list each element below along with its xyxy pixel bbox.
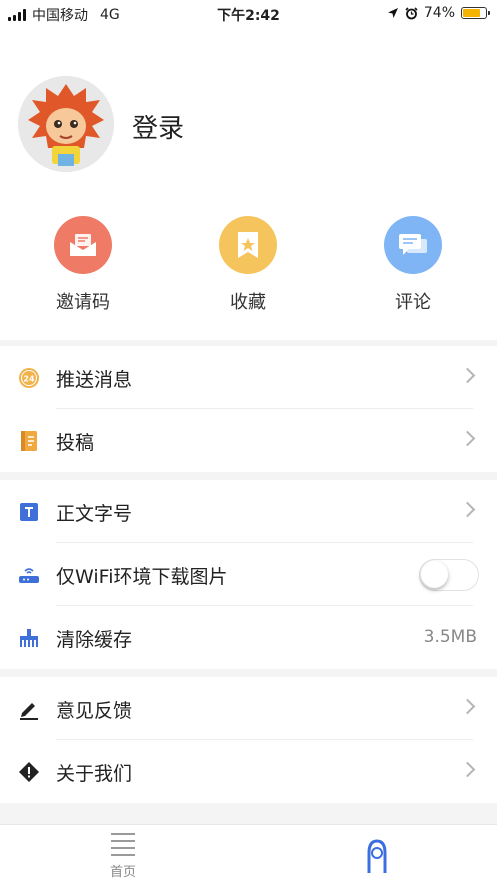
menu-item-label: 清除缓存 [56,629,133,651]
shortcut-favorites[interactable]: 收藏 [188,216,308,314]
menu-item-submit[interactable]: 投稿 [0,409,497,472]
shortcut-label: 邀请码 [56,292,110,313]
shortcut-label: 收藏 [230,292,266,313]
chevron-right-icon [459,367,476,384]
menu-item-label: 推送消息 [56,369,133,391]
chevron-right-icon [459,501,476,518]
chevron-right-icon [459,698,476,715]
menu-item-font-size[interactable]: 正文字号 [0,480,497,543]
broom-icon [18,627,40,649]
24-hour-icon: 24 [18,367,40,389]
shortcut-label: 评论 [395,292,431,313]
menu-item-push-messages[interactable]: 24 推送消息 [0,346,497,409]
info-diamond-icon [18,761,40,783]
menu-item-wifi-only-images: 仅WiFi环境下载图片 [0,543,497,606]
wifi-only-toggle[interactable] [419,559,479,591]
battery-percent: 74% [423,5,455,21]
alarm-icon [405,6,418,19]
router-icon [18,564,40,586]
svg-text:24: 24 [23,375,35,384]
menu-item-label: 关于我们 [56,763,133,785]
chevron-right-icon [459,761,476,778]
shortcut-invite-code[interactable]: 邀请码 [23,216,143,314]
login-link[interactable]: 登录 [132,108,184,145]
chevron-right-icon [459,430,476,447]
person-icon [367,839,387,873]
comment-bubbles-icon [384,216,442,274]
envelope-icon [54,216,112,274]
menu-group-about: 意见反馈 关于我们 [0,677,497,803]
profile-section: 登录 邀请码 收藏 评论 [0,26,497,340]
menu-item-label: 意见反馈 [56,700,133,722]
avatar[interactable] [18,76,114,172]
menu-group-notifications: 24 推送消息 投稿 [0,346,497,472]
notebook-icon [18,430,40,452]
menu-item-about-us[interactable]: 关于我们 [0,740,497,803]
tab-me[interactable] [357,835,397,875]
status-right: 74% [387,5,490,21]
battery-icon [461,7,490,19]
text-size-icon [18,501,40,523]
menu-item-feedback[interactable]: 意见反馈 [0,677,497,740]
location-icon [387,8,398,18]
menu-item-clear-cache[interactable]: 清除缓存 3.5MB [0,606,497,669]
status-bar: 中国移动 4G 下午2:42 74% [0,0,497,26]
tab-home-label: 首页 [109,865,136,880]
toggle-knob [421,561,448,588]
menu-item-label: 投稿 [56,432,95,454]
home-list-icon [111,833,135,856]
menu-group-settings: 正文字号 仅WiFi环境下载图片 清除缓存 3.5MB [0,480,497,669]
lion-mascot-avatar-icon [18,76,114,172]
shortcut-comments[interactable]: 评论 [353,216,473,314]
menu-item-label: 仅WiFi环境下载图片 [56,566,228,588]
pencil-icon [18,698,40,720]
bookmark-star-icon [219,216,277,274]
cache-size-value: 3.5MB [423,627,477,647]
menu-item-label: 正文字号 [56,503,133,525]
tab-home[interactable]: 首页 [100,833,146,880]
tab-bar: 首页 [0,824,497,884]
